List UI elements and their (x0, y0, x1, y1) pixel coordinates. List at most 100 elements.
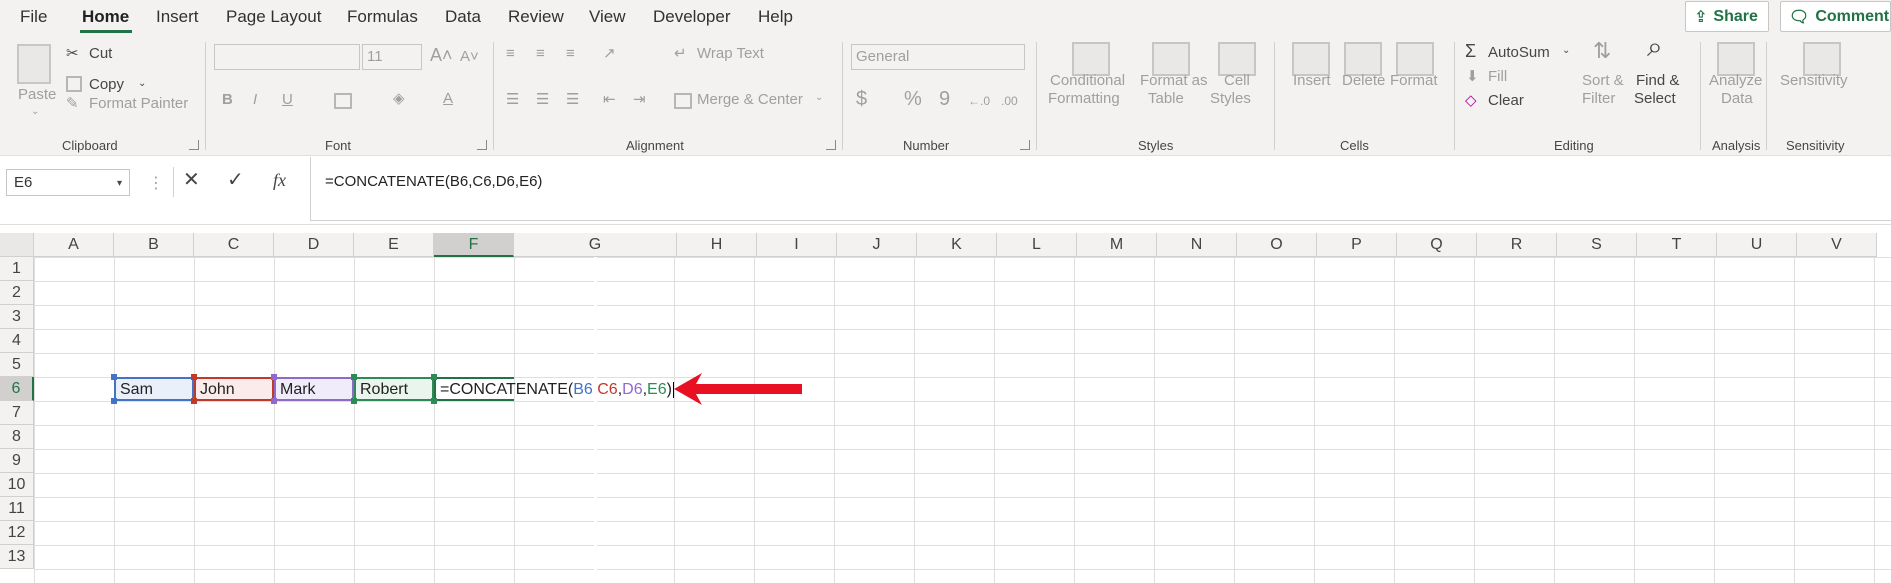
fill-icon[interactable]: ⬇ (1466, 68, 1479, 86)
clipboard-launcher-icon[interactable] (189, 140, 199, 150)
orientation-icon[interactable]: ↗ (603, 45, 616, 63)
tab-data[interactable]: Data (445, 7, 481, 27)
copy-icon[interactable] (66, 76, 82, 92)
tab-developer[interactable]: Developer (653, 7, 731, 27)
format-cells-icon[interactable] (1396, 42, 1434, 76)
insert-function-icon[interactable]: fx (273, 171, 286, 189)
format-as-table-icon[interactable] (1152, 42, 1190, 76)
font-color-icon[interactable]: A (443, 90, 453, 108)
column-header-u[interactable]: U (1717, 233, 1797, 257)
align-center-icon[interactable]: ☰ (536, 91, 549, 109)
tab-file[interactable]: File (20, 7, 47, 27)
column-header-s[interactable]: S (1557, 233, 1637, 257)
row-header-1[interactable]: 1 (0, 257, 34, 281)
row-header-4[interactable]: 4 (0, 329, 34, 353)
analyze-data-button[interactable]: Analyze (1709, 72, 1762, 90)
range-handle[interactable] (271, 374, 277, 380)
column-header-l[interactable]: L (997, 233, 1077, 257)
range-handle[interactable] (351, 398, 357, 404)
comments-button[interactable]: 🗨 Comments (1780, 1, 1891, 32)
increase-indent-icon[interactable]: ⇥ (633, 91, 646, 109)
row-header-5[interactable]: 5 (0, 353, 34, 377)
tab-view[interactable]: View (589, 7, 626, 27)
cell-area[interactable]: Sam John Mark Robert =CONCATENATE(B6,C6,… (34, 257, 1891, 583)
column-header-i[interactable]: I (757, 233, 837, 257)
merge-center-button[interactable]: Merge & Center (697, 91, 803, 109)
range-handle[interactable] (271, 398, 277, 404)
sensitivity-icon[interactable] (1803, 42, 1841, 76)
top-align-icon[interactable]: ≡ (506, 45, 515, 63)
analyze-data-icon[interactable] (1717, 42, 1755, 76)
row-header-7[interactable]: 7 (0, 401, 34, 425)
currency-button[interactable]: $ (856, 89, 867, 109)
cut-icon[interactable]: ✂ (66, 45, 79, 63)
column-header-p[interactable]: P (1317, 233, 1397, 257)
fill-button[interactable]: Fill (1488, 68, 1507, 86)
row-header-8[interactable]: 8 (0, 425, 34, 449)
share-button[interactable]: ⇪ Share (1685, 1, 1769, 32)
paste-icon[interactable] (17, 44, 51, 84)
row-header-12[interactable]: 12 (0, 521, 34, 545)
insert-cells-button[interactable]: Insert (1293, 72, 1331, 90)
column-header-v[interactable]: V (1797, 233, 1877, 257)
row-header-10[interactable]: 10 (0, 473, 34, 497)
column-header-k[interactable]: K (917, 233, 997, 257)
tab-formulas[interactable]: Formulas (347, 7, 418, 27)
conditional-formatting-icon[interactable] (1072, 42, 1110, 76)
range-handle[interactable] (111, 398, 117, 404)
format-painter-button[interactable]: Format Painter (89, 95, 188, 113)
column-header-e[interactable]: E (354, 233, 434, 257)
cut-button[interactable]: Cut (89, 45, 112, 63)
row-header-9[interactable]: 9 (0, 449, 34, 473)
sort-filter-icon[interactable]: ⇅ (1593, 40, 1611, 62)
range-handle[interactable] (431, 374, 437, 380)
wrap-text-icon[interactable]: ↵ (674, 45, 687, 63)
font-launcher-icon[interactable] (477, 140, 487, 150)
align-right-icon[interactable]: ☰ (566, 91, 579, 109)
column-header-a[interactable]: A (34, 233, 114, 257)
formula-input[interactable]: =CONCATENATE(B6,C6,D6,E6) (310, 157, 1891, 221)
enter-icon[interactable]: ✓ (227, 170, 244, 190)
format-as-table-button[interactable]: Format as (1140, 72, 1208, 90)
merge-chevron-icon[interactable]: ⌄ (815, 92, 823, 103)
range-handle[interactable] (191, 374, 197, 380)
comma-button[interactable]: 9 (939, 89, 950, 109)
column-header-d[interactable]: D (274, 233, 354, 257)
row-header-6[interactable]: 6 (0, 377, 34, 401)
borders-icon[interactable] (334, 93, 352, 109)
merge-icon[interactable] (674, 93, 692, 109)
paste-chevron-icon[interactable]: ⌄ (31, 106, 39, 117)
decrease-font-icon[interactable]: A˅ (460, 48, 479, 66)
alignment-launcher-icon[interactable] (826, 140, 836, 150)
name-box[interactable]: E6 ▾ (6, 169, 130, 196)
cell-styles-icon[interactable] (1218, 42, 1256, 76)
name-box-chevron-icon[interactable]: ▾ (117, 178, 122, 189)
row-header-2[interactable]: 2 (0, 281, 34, 305)
autosum-button[interactable]: AutoSum (1488, 44, 1550, 62)
range-handle[interactable] (431, 398, 437, 404)
cell-c6[interactable]: John (194, 377, 274, 401)
format-cells-button[interactable]: Format (1390, 72, 1438, 90)
delete-cells-button[interactable]: Delete (1342, 72, 1385, 90)
copy-chevron-icon[interactable]: ⌄ (138, 78, 146, 89)
decrease-decimal-icon[interactable]: .00 (1001, 92, 1018, 110)
column-header-t[interactable]: T (1637, 233, 1717, 257)
column-header-q[interactable]: Q (1397, 233, 1477, 257)
range-handle[interactable] (191, 398, 197, 404)
tab-home[interactable]: Home (82, 7, 129, 27)
column-header-n[interactable]: N (1157, 233, 1237, 257)
tab-help[interactable]: Help (758, 7, 793, 27)
row-header-3[interactable]: 3 (0, 305, 34, 329)
range-handle[interactable] (111, 374, 117, 380)
column-header-j[interactable]: J (837, 233, 917, 257)
sort-filter-button[interactable]: Sort & (1582, 72, 1624, 90)
number-format-dropdown[interactable]: General (851, 44, 1025, 70)
tab-insert[interactable]: Insert (156, 7, 199, 27)
select-all-corner[interactable] (0, 233, 34, 257)
column-header-r[interactable]: R (1477, 233, 1557, 257)
clear-button[interactable]: Clear (1488, 92, 1524, 110)
eraser-icon[interactable]: ◇ (1465, 92, 1477, 110)
cell-b6[interactable]: Sam (114, 377, 194, 401)
paste-button[interactable]: Paste (18, 86, 56, 104)
copy-button[interactable]: Copy (89, 76, 124, 94)
